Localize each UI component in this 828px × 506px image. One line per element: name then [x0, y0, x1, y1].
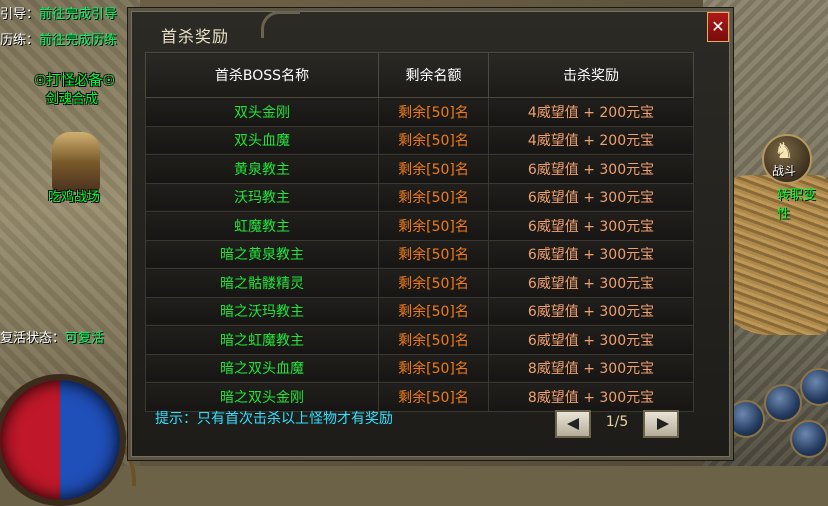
hp-mp-orb	[0, 374, 126, 506]
guide-key: 引导：	[0, 7, 40, 22]
training-quest-line[interactable]: 历练：前往完成历练	[0, 29, 117, 48]
boss-name-cell: 暗之双头金刚	[145, 382, 379, 412]
remaining-quota-cell: 剩余[50]名	[378, 382, 489, 412]
right-arrow-icon	[657, 418, 669, 430]
kill-reward-cell: 6威望值 + 300元宝	[488, 325, 694, 355]
kill-reward-cell: 6威望值 + 300元宝	[488, 296, 694, 326]
training-key: 历练：	[0, 33, 40, 48]
boss-name-cell: 暗之骷髅精灵	[145, 268, 379, 298]
remaining-quota-cell: 剩余[50]名	[378, 296, 489, 326]
remaining-quota-cell: 剩余[50]名	[378, 154, 489, 184]
job-change-label[interactable]: 转职变性	[777, 184, 828, 222]
boss-name-cell: 暗之沃玛教主	[145, 296, 379, 326]
revive-status: 复活状态：可复活	[0, 327, 104, 346]
dragon-ornament	[261, 11, 300, 38]
guide-quest-line[interactable]: 引导：前往完成引导	[0, 3, 117, 22]
table-row: 暗之虹魔教主 剩余[50]名 6威望值 + 300元宝	[145, 325, 694, 355]
remaining-quota-cell: 剩余[50]名	[378, 353, 489, 383]
kill-reward-cell: 8威望值 + 300元宝	[488, 353, 694, 383]
table-row: 黄泉教主 剩余[50]名 6威望值 + 300元宝	[145, 154, 694, 184]
boss-name-cell: 双头金刚	[145, 97, 379, 127]
skill-orb-button[interactable]	[764, 384, 802, 422]
table-row: 双头血魔 剩余[50]名 4威望值 + 200元宝	[145, 125, 694, 155]
table-row: 暗之双头血魔 剩余[50]名 8威望值 + 300元宝	[145, 353, 694, 383]
boss-name-cell: 暗之虹魔教主	[145, 325, 379, 355]
left-arrow-icon	[567, 418, 579, 430]
player-character[interactable]	[52, 132, 100, 192]
horse-icon: ♞	[774, 139, 794, 164]
table-row: 沃玛教主 剩余[50]名 6威望值 + 300元宝	[145, 182, 694, 212]
boss-name-cell: 沃玛教主	[145, 182, 379, 212]
table-row: 暗之双头金刚 剩余[50]名 8威望值 + 300元宝	[145, 382, 694, 412]
column-header-remaining: 剩余名额	[378, 52, 489, 98]
remaining-quota-cell: 剩余[50]名	[378, 97, 489, 127]
boss-table-container: 首杀BOSS名称 剩余名额 击杀奖励 双头金刚 剩余[50]名 4威望值 + 200…	[145, 52, 694, 412]
training-value[interactable]: 前往完成历练	[39, 33, 117, 48]
kill-reward-cell: 8威望值 + 300元宝	[488, 382, 694, 412]
npc-title-sub[interactable]: 剑魂合成	[46, 88, 98, 107]
table-row: 虹魔教主 剩余[50]名 6威望值 + 300元宝	[145, 211, 694, 241]
kill-reward-cell: 6威望值 + 300元宝	[488, 154, 694, 184]
battle-label: 战斗	[772, 164, 797, 178]
table-row: 暗之黄泉教主 剩余[50]名 6威望值 + 300元宝	[145, 239, 694, 269]
boss-name-cell: 双头血魔	[145, 125, 379, 155]
column-header-boss-name: 首杀BOSS名称	[145, 52, 379, 98]
hint-text: 提示：只有首次击杀以上怪物才有奖励	[155, 411, 393, 427]
table-header-row: 首杀BOSS名称 剩余名额 击杀奖励	[145, 52, 694, 98]
remaining-quota-cell: 剩余[50]名	[378, 325, 489, 355]
kill-reward-cell: 6威望值 + 300元宝	[488, 268, 694, 298]
boss-name-cell: 黄泉教主	[145, 154, 379, 184]
remaining-quota-cell: 剩余[50]名	[378, 125, 489, 155]
next-page-button[interactable]	[643, 410, 679, 438]
kill-reward-cell: 6威望值 + 300元宝	[488, 239, 694, 269]
kill-reward-cell: 4威望值 + 200元宝	[488, 97, 694, 127]
page-indicator: 1/5	[605, 414, 629, 430]
kill-reward-cell: 6威望值 + 300元宝	[488, 211, 694, 241]
remaining-quota-cell: 剩余[50]名	[378, 239, 489, 269]
npc-name[interactable]: 吃鸡战场	[48, 186, 100, 205]
boss-name-cell: 暗之黄泉教主	[145, 239, 379, 269]
boss-name-cell: 虹魔教主	[145, 211, 379, 241]
previous-page-button[interactable]	[555, 410, 591, 438]
table-row: 暗之骷髅精灵 剩余[50]名 6威望值 + 300元宝	[145, 268, 694, 298]
boss-name-cell: 暗之双头血魔	[145, 353, 379, 383]
dialog-title: 首杀奖励	[161, 27, 230, 46]
remaining-quota-cell: 剩余[50]名	[378, 211, 489, 241]
close-button[interactable]: ✕	[707, 12, 729, 42]
column-header-reward: 击杀奖励	[488, 52, 694, 98]
kill-reward-cell: 4威望值 + 200元宝	[488, 125, 694, 155]
npc-title-top[interactable]: ☉打怪必备☉	[34, 70, 115, 90]
revive-key: 复活状态：	[0, 331, 66, 346]
remaining-quota-cell: 剩余[50]名	[378, 268, 489, 298]
kill-reward-cell: 6威望值 + 300元宝	[488, 182, 694, 212]
table-row: 双头金刚 剩余[50]名 4威望值 + 200元宝	[145, 97, 694, 127]
guide-value[interactable]: 前往完成引导	[39, 7, 117, 22]
revive-value: 可复活	[65, 331, 105, 346]
skill-orb-button[interactable]	[790, 420, 828, 458]
remaining-quota-cell: 剩余[50]名	[378, 182, 489, 212]
boss-table: 首杀BOSS名称 剩余名额 击杀奖励 双头金刚 剩余[50]名 4威望值 + 200…	[145, 52, 694, 412]
table-row: 暗之沃玛教主 剩余[50]名 6威望值 + 300元宝	[145, 296, 694, 326]
